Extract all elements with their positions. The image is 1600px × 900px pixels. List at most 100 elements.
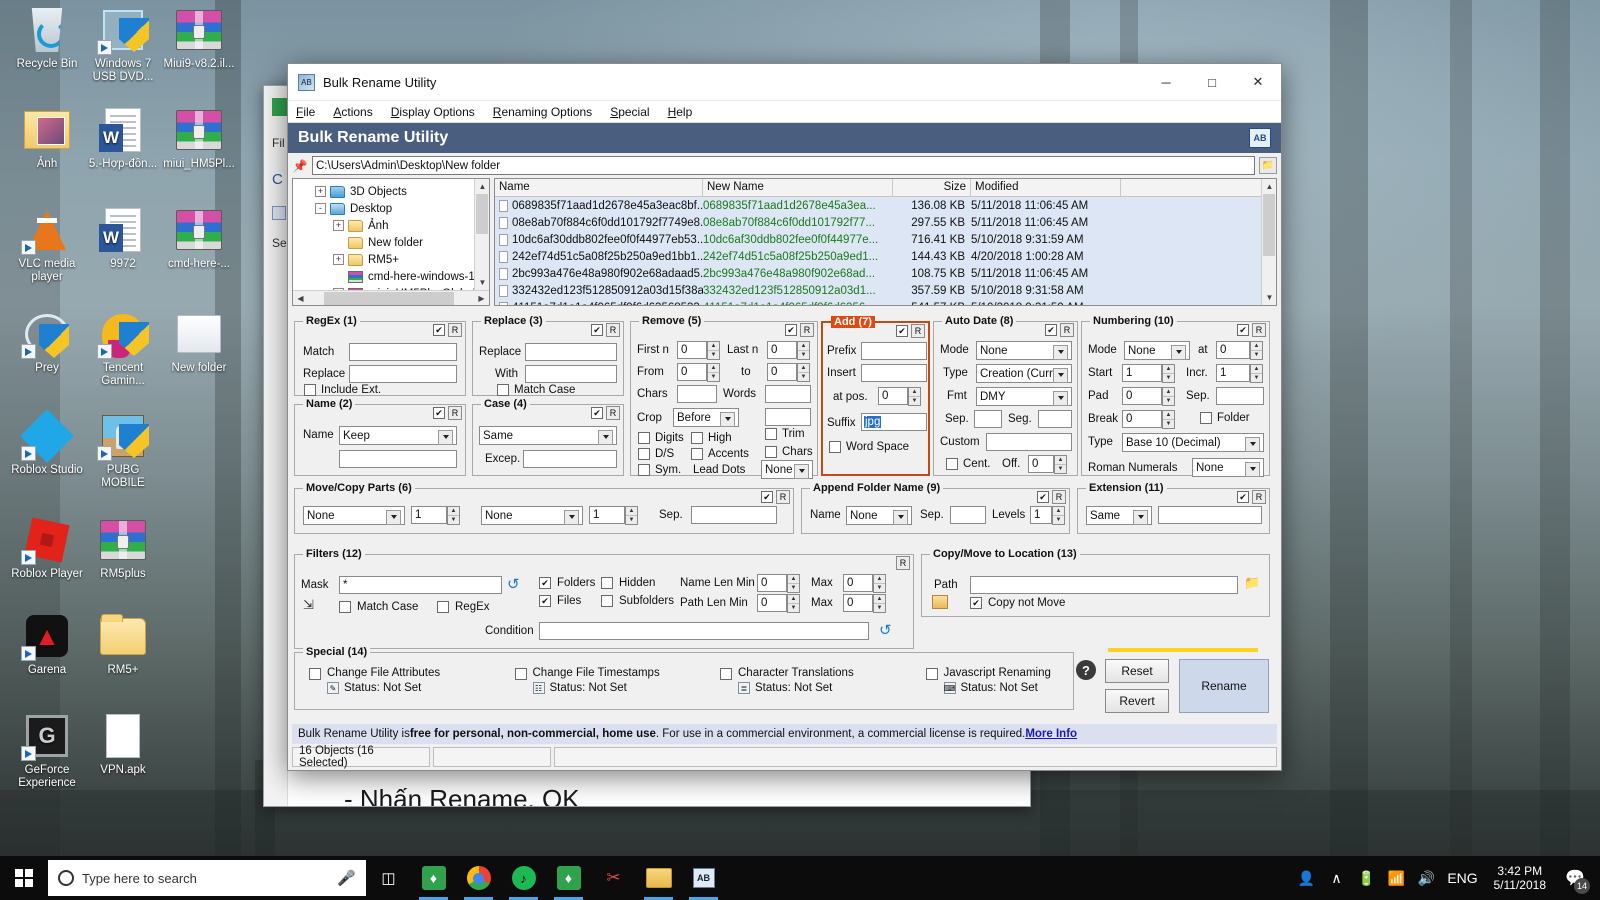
remove-last-n-input[interactable] xyxy=(767,341,797,359)
numbering-reset-button[interactable]: R xyxy=(1252,323,1266,337)
menu-item-actions[interactable]: Actions xyxy=(333,105,372,119)
desktop-icon-vlc-media-player-6[interactable]: VLC media player xyxy=(8,206,86,283)
desktop-icon-roblox-player-14[interactable]: Roblox Player xyxy=(8,516,86,581)
file-list[interactable]: Name New Name Size Modified 0689835f71aad1d… xyxy=(494,178,1277,306)
auto-date-type-select[interactable]: Creation (Curr.) xyxy=(976,364,1072,383)
append-folder-levels-input[interactable] xyxy=(1030,506,1052,524)
move-copy-sep-input[interactable] xyxy=(691,506,777,524)
table-row[interactable]: 41151a7d1a1a4f065df9f6d63568533...41151a… xyxy=(495,299,1276,305)
move-copy-count2-spinner[interactable]: ▲ ▼ xyxy=(625,506,638,525)
column-header-name[interactable]: Name xyxy=(495,179,703,196)
append-folder-reset-button[interactable]: R xyxy=(1052,490,1066,504)
append-folder-name-select[interactable]: None xyxy=(846,506,912,525)
word-tool-se[interactable]: Se xyxy=(272,236,287,250)
desktop-icon-roblox-studio-12[interactable]: Roblox Studio xyxy=(8,409,86,477)
menu-item-help[interactable]: Help xyxy=(668,105,693,119)
tree-horizontal-scrollbar[interactable]: ◀ ▶ xyxy=(293,290,489,305)
numbering-roman-select[interactable]: None xyxy=(1192,458,1264,477)
numbering-folder-checkbox[interactable] xyxy=(1200,412,1212,424)
taskbar-evernote-icon[interactable]: ♦ xyxy=(411,856,456,900)
remove-to-input[interactable] xyxy=(767,363,797,381)
numbering-at-input[interactable] xyxy=(1216,341,1250,359)
wifi-icon[interactable]: 📶 xyxy=(1382,856,1412,900)
battery-icon[interactable]: 🔋 xyxy=(1352,856,1382,900)
column-header-modified[interactable]: Modified xyxy=(971,179,1121,196)
panel-replace[interactable]: Replace (3) R Replace With Match Case xyxy=(472,315,624,396)
filters-condition-input[interactable] xyxy=(539,622,869,640)
taskbar-google-chrome-icon[interactable] xyxy=(456,856,501,900)
panel-name[interactable]: Name (2) R Name Keep xyxy=(294,398,466,476)
remove-digits-checkbox[interactable] xyxy=(638,432,650,444)
remove-high-checkbox[interactable] xyxy=(691,432,703,444)
add-at-pos-spinner[interactable]: ▲ ▼ xyxy=(908,387,921,406)
taskbar-task-view-icon[interactable]: ◫ xyxy=(366,856,411,900)
desktop-icon-pubg-mobile-13[interactable]: PUBG MOBILE xyxy=(84,412,162,489)
panel-extension[interactable]: Extension (11) R Same xyxy=(1077,482,1270,534)
filters-folders-checkbox[interactable] xyxy=(539,577,551,589)
tree-scroll-up-icon[interactable]: ▲ xyxy=(475,179,489,194)
tree-node-2[interactable]: + Ảnh xyxy=(293,217,489,234)
auto-date-off-input[interactable] xyxy=(1028,455,1054,473)
desktop-icon-prey-game-9[interactable]: Prey xyxy=(8,310,86,375)
word-file-menu[interactable]: Fil xyxy=(272,136,285,150)
numbering-pad-input[interactable] xyxy=(1122,387,1162,405)
remove-last-n-spinner[interactable]: ▲ ▼ xyxy=(797,341,810,360)
table-row[interactable]: 2bc993a476e48a980f902e68adaad5... 2bc993a… xyxy=(495,265,1276,282)
regex-replace-input[interactable] xyxy=(349,365,457,383)
taskbar-bulk-rename-utility-icon[interactable]: AB xyxy=(681,856,726,900)
replace-enabled-checkbox[interactable] xyxy=(591,324,603,336)
tree-expander-icon[interactable]: + xyxy=(333,220,344,231)
more-info-link[interactable]: More Info xyxy=(1025,728,1077,740)
microphone-icon[interactable]: 🎤 xyxy=(337,869,356,887)
remove-ds-checkbox[interactable] xyxy=(638,448,650,460)
filters-match-case-checkbox[interactable] xyxy=(339,601,351,613)
tree-expander-icon[interactable]: - xyxy=(315,203,326,214)
special-checkbox-2[interactable] xyxy=(720,668,732,680)
notifications-button[interactable]: 💬 14 xyxy=(1556,856,1594,900)
start-button[interactable] xyxy=(0,856,48,900)
tree-node-0[interactable]: +3D Objects xyxy=(293,183,489,200)
volume-icon[interactable]: 🔊 xyxy=(1412,856,1442,900)
pin-icon[interactable]: 📌 xyxy=(292,158,308,174)
filters-subfolders-checkbox[interactable] xyxy=(601,595,613,607)
menu-item-renaming-options[interactable]: Renaming Options xyxy=(493,105,592,119)
move-copy-reset-button[interactable]: R xyxy=(776,490,790,504)
add-enabled-checkbox[interactable] xyxy=(896,325,908,337)
filters-mask-input[interactable] xyxy=(339,576,502,594)
special-checkbox-1[interactable] xyxy=(514,668,527,680)
remove-trim-checkbox[interactable] xyxy=(765,428,777,440)
numbering-start-input[interactable] xyxy=(1122,364,1162,382)
filters-name-len-min-spinner[interactable]: ▲ ▼ xyxy=(787,574,800,593)
rename-button[interactable]: Rename xyxy=(1179,659,1269,713)
remove-from-spinner[interactable]: ▲ ▼ xyxy=(707,363,720,382)
append-folder-levels-spinner[interactable]: ▲ ▼ xyxy=(1052,506,1065,525)
special-checkbox-3[interactable] xyxy=(925,668,938,680)
auto-date-cent-checkbox[interactable] xyxy=(946,458,958,470)
menu-item-display-options[interactable]: Display Options xyxy=(391,105,475,119)
desktop-icon-windows7-usb-dvd-1[interactable]: Windows 7 USB DVD... xyxy=(84,6,162,83)
regex-enabled-checkbox[interactable] xyxy=(433,324,445,336)
copy-not-move-checkbox[interactable] xyxy=(970,597,982,609)
filters-path-len-max-spinner[interactable]: ▲ ▼ xyxy=(873,594,886,613)
table-row[interactable]: 0689835f71aad1d2678e45a3eac8bf... 0689835… xyxy=(495,197,1276,214)
panel-auto-date[interactable]: Auto Date (8) R Mode None Type Creation … xyxy=(933,315,1078,476)
append-folder-enabled-checkbox[interactable] xyxy=(1037,491,1049,503)
filters-name-len-min-input[interactable] xyxy=(757,574,787,592)
extension-mode-select[interactable]: Same xyxy=(1086,506,1152,525)
file-list-header[interactable]: Name New Name Size Modified xyxy=(495,179,1276,197)
remove-chars-input[interactable] xyxy=(677,385,717,403)
extension-reset-button[interactable]: R xyxy=(1252,490,1266,504)
move-copy-count1-spinner[interactable]: ▲ ▼ xyxy=(447,506,460,525)
list-scroll-down-icon[interactable]: ▼ xyxy=(1262,290,1276,305)
remove-accents-checkbox[interactable] xyxy=(691,448,703,460)
desktop-icon-folder-rm5plus-17[interactable]: RM5+ xyxy=(84,612,162,677)
people-icon[interactable]: 👤 xyxy=(1292,856,1322,900)
special-checkbox-0[interactable] xyxy=(309,668,321,680)
tree-scroll-left-icon[interactable]: ◀ xyxy=(293,291,308,305)
filters-save-icon[interactable]: ⇲ xyxy=(303,597,314,613)
case-reset-button[interactable]: R xyxy=(606,406,620,420)
desktop-icon-tencent-gaming-buddy-10[interactable]: Tencent Gamin... xyxy=(84,310,162,387)
move-copy-mode2-select[interactable]: None xyxy=(481,506,583,525)
column-header-new-name[interactable]: New Name xyxy=(703,179,893,196)
numbering-pad-spinner[interactable]: ▲ ▼ xyxy=(1162,387,1175,406)
